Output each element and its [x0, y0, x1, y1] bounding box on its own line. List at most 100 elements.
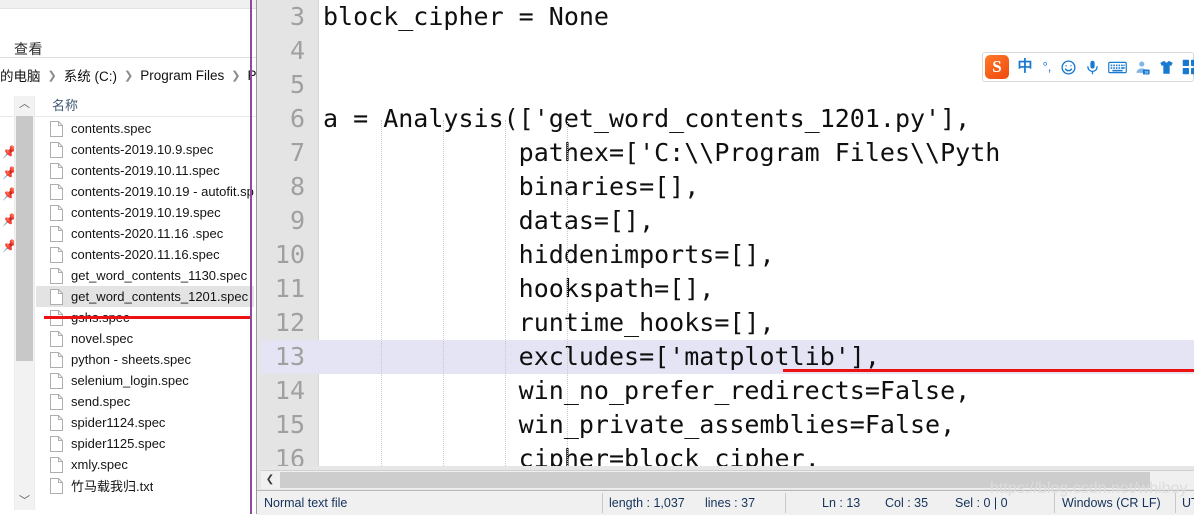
- code-line[interactable]: 12 runtime_hooks=[],: [261, 306, 1194, 340]
- ime-chinese-mode-icon[interactable]: 中: [1016, 57, 1034, 77]
- nav-pane-scrollbar[interactable]: ︿ ﹀: [14, 96, 35, 510]
- file-list-item[interactable]: xmly.spec: [36, 454, 254, 475]
- code-line[interactable]: 6 a = Analysis(['get_word_contents_1201.p…: [261, 102, 1194, 136]
- code-line[interactable]: 8 binaries=[],: [261, 170, 1194, 204]
- code-line[interactable]: 10 hiddenimports=[],: [261, 238, 1194, 272]
- line-number: 8: [289, 172, 305, 201]
- file-list-item[interactable]: selenium_login.spec: [36, 370, 254, 391]
- file-icon: [50, 393, 63, 410]
- file-name: contents-2019.10.19.spec: [71, 205, 221, 220]
- ime-toolbox-icon[interactable]: [1182, 59, 1194, 75]
- editor-horizontal-scrollbar[interactable]: ❮: [261, 470, 1194, 489]
- status-divider: [602, 493, 603, 513]
- status-divider: [785, 493, 786, 513]
- status-divider: [1054, 493, 1055, 513]
- scroll-down-icon[interactable]: ﹀: [15, 493, 34, 510]
- breadcrumb-item[interactable]: 的电脑: [0, 65, 41, 85]
- scroll-up-icon[interactable]: ︿: [15, 96, 34, 113]
- ime-soft-keyboard-icon[interactable]: [1108, 60, 1128, 75]
- file-icon: [50, 183, 63, 200]
- breadcrumb-separator-icon: ❯: [47, 69, 57, 82]
- file-list-item[interactable]: python - sheets.spec: [36, 349, 254, 370]
- file-list-item[interactable]: contents-2019.10.19.spec: [36, 202, 254, 223]
- file-list-item[interactable]: contents-2019.10.11.spec: [36, 160, 254, 181]
- file-icon: [50, 225, 63, 242]
- red-annotation-underline-file: [44, 316, 252, 319]
- ribbon-tab-view[interactable]: 查看: [14, 39, 43, 59]
- file-list[interactable]: contents.spec contents-2019.10.9.spec cont…: [36, 118, 254, 510]
- line-number: 9: [289, 206, 305, 235]
- status-bar: Normal text file length : 1,037 lines : …: [257, 490, 1194, 515]
- file-name: contents-2020.11.16 .spec: [71, 226, 224, 241]
- address-bar[interactable]: 的电脑❯系统 (C:)❯Program Files❯Pyt: [0, 58, 256, 90]
- file-list-item[interactable]: get_word_contents_1130.spec: [36, 265, 254, 286]
- breadcrumb-item[interactable]: Program Files: [140, 68, 224, 83]
- code-line[interactable]: 3 block_cipher = None: [261, 0, 1194, 34]
- file-list-item[interactable]: contents.spec: [36, 118, 254, 139]
- file-name: contents-2020.11.16.spec: [71, 247, 220, 262]
- file-name: xmly.spec: [71, 457, 128, 472]
- status-length: length : 1,037: [609, 496, 685, 510]
- breadcrumb-item[interactable]: 系统 (C:): [64, 65, 117, 85]
- ime-toolbar[interactable]: S 中 °, 18: [982, 52, 1194, 82]
- file-list-item[interactable]: spider1124.spec: [36, 412, 254, 433]
- file-icon: [50, 141, 63, 158]
- code-line[interactable]: 14 win_no_prefer_redirects=False,: [261, 374, 1194, 408]
- file-name: contents-2019.10.19 - autofit.spe: [71, 184, 254, 199]
- file-name: 竹马载我归.txt: [71, 479, 154, 494]
- indent-guide: [443, 120, 445, 466]
- code-line[interactable]: 7 pathex=['C:\\Program Files\\Pyth: [261, 136, 1194, 170]
- file-list-item[interactable]: contents-2020.11.16.spec: [36, 244, 254, 265]
- code-text: win_no_prefer_redirects=False,: [323, 376, 971, 405]
- file-name: python - sheets.spec: [71, 352, 191, 367]
- code-text: hiddenimports=[],: [323, 240, 775, 269]
- code-line[interactable]: 11 hookspath=[],: [261, 272, 1194, 306]
- file-icon: [50, 435, 63, 452]
- file-name: spider1125.spec: [71, 436, 166, 451]
- file-name: get_word_contents_1201.spec: [71, 289, 249, 304]
- file-list-item[interactable]: get_word_contents_1201.spec: [36, 286, 254, 307]
- column-header-row: 名称: [0, 90, 256, 117]
- file-name: contents-2019.10.9.spec: [71, 142, 214, 157]
- file-icon: [50, 204, 63, 221]
- file-icon: [50, 372, 63, 389]
- file-icon: [50, 162, 63, 179]
- hscrollbar-thumb[interactable]: [280, 472, 1150, 488]
- file-list-item[interactable]: send.spec: [36, 391, 254, 412]
- breadcrumb-separator-icon: ❯: [231, 69, 241, 82]
- scrollbar-thumb[interactable]: [16, 116, 33, 361]
- status-lines: lines : 37: [705, 496, 756, 510]
- code-line[interactable]: 15 win_private_assemblies=False,: [261, 408, 1194, 442]
- file-explorer-window: 查看 的电脑❯系统 (C:)❯Program Files❯Pyt 名称 📌 📌 …: [0, 0, 256, 514]
- code-line[interactable]: 16 cipher=block_cipher,: [261, 442, 1194, 466]
- line-number: 11: [274, 274, 305, 303]
- window-splitter[interactable]: [250, 0, 252, 514]
- sogou-logo-icon[interactable]: S: [985, 55, 1009, 79]
- file-list-item[interactable]: contents-2019.10.9.spec: [36, 139, 254, 160]
- file-icon: [50, 120, 63, 137]
- file-icon: [50, 267, 63, 284]
- line-number: 13: [274, 342, 305, 371]
- file-list-item[interactable]: contents-2020.11.16 .spec: [36, 223, 254, 244]
- line-number: 15: [274, 410, 305, 439]
- status-file-type: Normal text file: [264, 496, 348, 510]
- file-list-item[interactable]: contents-2019.10.19 - autofit.spe: [36, 181, 254, 202]
- file-list-item[interactable]: 竹马载我归.txt: [36, 475, 254, 496]
- file-name: novel.spec: [71, 331, 134, 346]
- screen: 查看 的电脑❯系统 (C:)❯Program Files❯Pyt 名称 📌 📌 …: [0, 0, 1194, 515]
- scroll-left-icon[interactable]: ❮: [261, 471, 279, 489]
- file-list-item[interactable]: novel.spec: [36, 328, 254, 349]
- column-header-name[interactable]: 名称: [52, 95, 78, 114]
- line-number: 12: [274, 308, 305, 337]
- code-line[interactable]: 9 datas=[],: [261, 204, 1194, 238]
- ime-emoji-icon[interactable]: [1060, 59, 1078, 76]
- file-list-item[interactable]: spider1125.spec: [36, 433, 254, 454]
- file-icon: [50, 351, 63, 368]
- ime-user-account-icon[interactable]: 18: [1134, 59, 1152, 76]
- ime-voice-input-icon[interactable]: [1084, 59, 1102, 76]
- file-name: send.spec: [71, 394, 131, 409]
- file-icon: [50, 330, 63, 347]
- red-annotation-underline-code: [783, 369, 1194, 372]
- ime-punctuation-mode-icon[interactable]: °,: [1040, 57, 1054, 77]
- ime-skin-icon[interactable]: [1158, 59, 1176, 76]
